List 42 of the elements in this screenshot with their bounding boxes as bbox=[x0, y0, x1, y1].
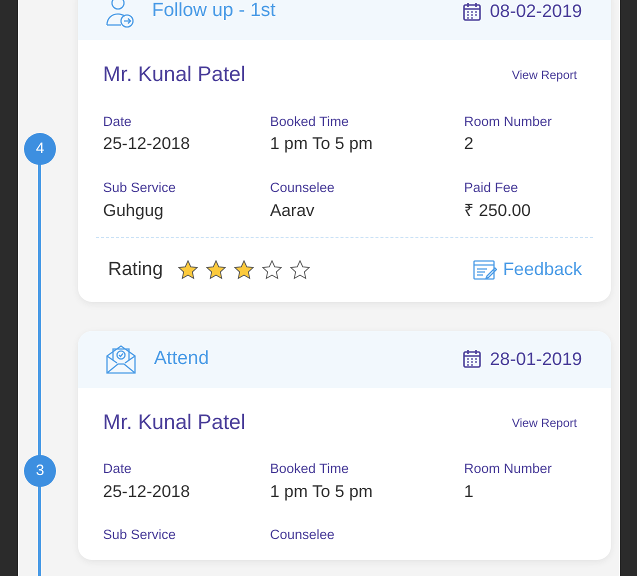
field-value: ₹ 250.00 bbox=[464, 200, 532, 221]
view-report-link[interactable]: View Report bbox=[512, 414, 577, 432]
star-icon[interactable] bbox=[232, 258, 255, 281]
field-label: Sub Service bbox=[103, 180, 177, 196]
field-value: 25-12-2018 bbox=[103, 133, 191, 155]
field-label: Counselee bbox=[270, 527, 336, 544]
field-label: Room Number bbox=[464, 114, 553, 130]
field-value: 1 pm To 5 pm bbox=[270, 133, 374, 155]
feedback-icon bbox=[472, 258, 497, 281]
field-value: Aarav bbox=[270, 200, 316, 221]
field-value: 1 pm To 5 pm bbox=[270, 481, 374, 502]
field-label: Sub Service bbox=[103, 527, 177, 544]
field-label: Paid Fee bbox=[464, 180, 520, 196]
field-value: 2 bbox=[464, 133, 474, 155]
field-label: Room Number bbox=[464, 461, 553, 478]
envelope-check-icon bbox=[105, 343, 137, 376]
step-title: Attend bbox=[154, 347, 209, 371]
step-title: Follow up - 1st bbox=[152, 0, 276, 24]
person-arrow-icon bbox=[105, 0, 135, 28]
star-icon[interactable] bbox=[288, 258, 311, 281]
view-report-link[interactable]: View Report bbox=[512, 66, 577, 84]
star-icon[interactable] bbox=[204, 258, 227, 281]
field-value: 25-12-2018 bbox=[103, 481, 191, 502]
field-value: 1 bbox=[464, 481, 474, 502]
client-name: Mr. Kunal Patel bbox=[103, 410, 246, 436]
step-number-badge: 3 bbox=[24, 454, 56, 487]
field-label: Booked Time bbox=[270, 114, 350, 130]
field-label: Booked Time bbox=[270, 461, 350, 478]
client-name: Mr. Kunal Patel bbox=[103, 62, 246, 88]
star-icon[interactable] bbox=[176, 258, 199, 281]
field-label: Counselee bbox=[270, 180, 336, 196]
field-label: Date bbox=[103, 114, 133, 130]
step-number-badge: 4 bbox=[24, 133, 56, 165]
calendar-icon bbox=[462, 2, 482, 22]
rating-label: Rating bbox=[108, 258, 163, 282]
calendar-icon bbox=[462, 349, 482, 370]
step-date: 08-02-2019 bbox=[490, 0, 582, 23]
field-label: Date bbox=[103, 461, 133, 478]
star-rating[interactable] bbox=[176, 258, 311, 281]
field-value: Guhgug bbox=[103, 200, 164, 221]
star-icon[interactable] bbox=[260, 258, 283, 281]
step-date: 28-01-2019 bbox=[490, 348, 582, 371]
